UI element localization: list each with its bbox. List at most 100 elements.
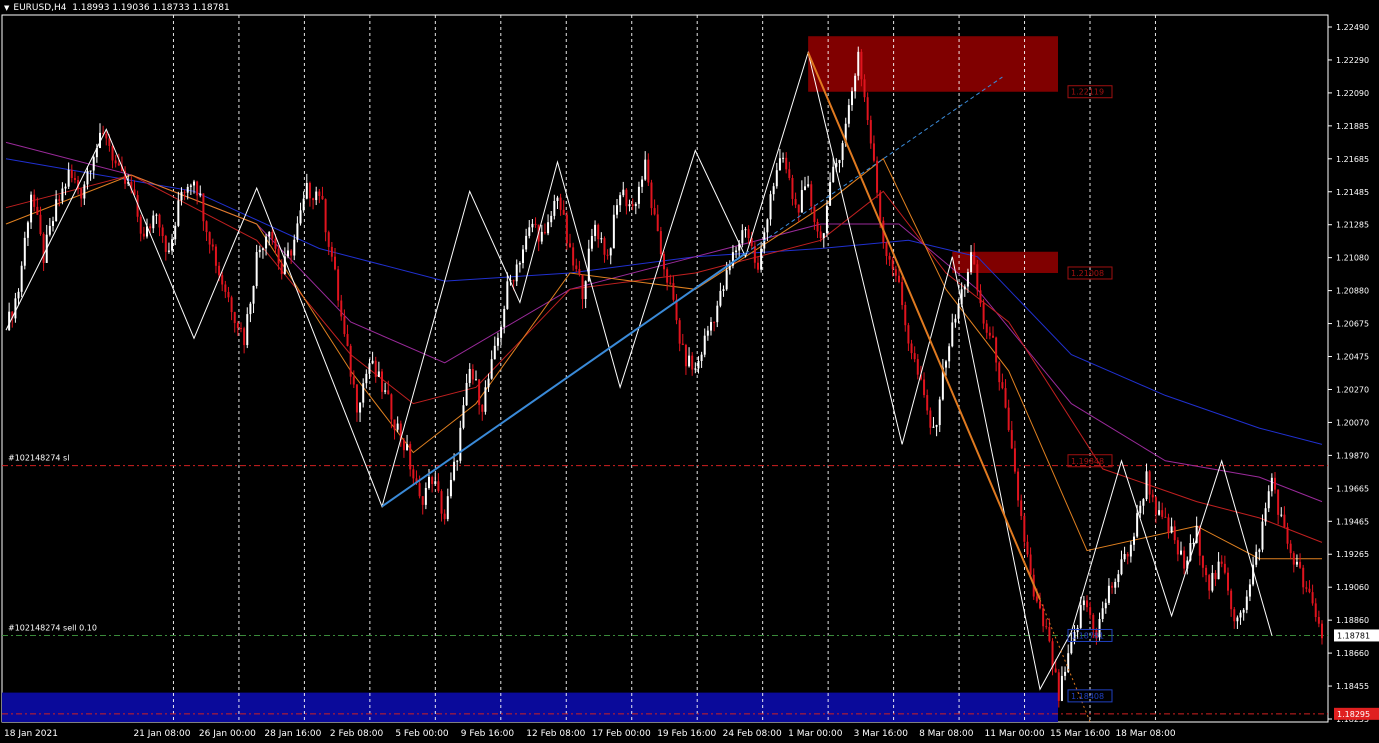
- candle-body: [1192, 542, 1195, 544]
- candle-body: [725, 270, 728, 290]
- candle-body: [753, 245, 756, 263]
- trendline-trend_blue[interactable]: [381, 252, 747, 508]
- candle-body: [794, 198, 797, 205]
- y-tick-label: 1.18660: [1336, 649, 1369, 658]
- candle-body: [772, 186, 775, 195]
- candle-body: [1086, 600, 1088, 608]
- candle-body: [829, 182, 832, 206]
- x-tick-label: 11 Mar 00:00: [985, 729, 1045, 739]
- candle-body: [302, 198, 305, 211]
- candle-body: [957, 304, 960, 319]
- candle-body: [559, 197, 562, 210]
- candle-body: [343, 316, 346, 335]
- candle-body: [1039, 601, 1041, 609]
- candle-body: [1314, 603, 1317, 617]
- candle-body: [866, 97, 869, 121]
- candle-body: [496, 337, 499, 346]
- candle-body: [177, 200, 180, 226]
- candle-body: [1280, 514, 1283, 516]
- candle-body: [39, 214, 42, 235]
- candle-body: [70, 169, 73, 178]
- candle-body: [1305, 587, 1308, 589]
- candle-body: [1308, 588, 1311, 593]
- candle-body: [1299, 561, 1302, 568]
- candle-body: [869, 120, 872, 144]
- candle-body: [804, 186, 806, 190]
- candle-body: [1289, 543, 1292, 554]
- candle-body: [449, 479, 452, 497]
- candle-body: [760, 248, 763, 270]
- y-tick-label: 1.21685: [1336, 155, 1369, 164]
- candle-body: [1035, 596, 1038, 602]
- candle-body: [421, 496, 424, 505]
- y-tick-label: 1.19665: [1336, 484, 1369, 493]
- x-tick-label: 2 Feb 08:00: [330, 729, 384, 739]
- trendline-trend_orange[interactable]: [807, 52, 1041, 600]
- candle-body: [954, 318, 957, 323]
- zone-price-label: 1.18408: [1071, 692, 1104, 701]
- candle-body: [374, 360, 377, 377]
- price-chart[interactable]: 18 Jan 2021 21 Jan 08:00 26 Jan 00:00 28 Ja…: [0, 0, 1379, 743]
- zone-price-label: 1.22119: [1071, 88, 1104, 97]
- candle-body: [945, 361, 947, 368]
- candle-body: [1017, 471, 1020, 501]
- candle-body: [1054, 668, 1057, 673]
- x-tick-label: 17 Feb 00:00: [592, 729, 651, 739]
- candle-body: [531, 223, 534, 228]
- candle-body: [647, 159, 650, 183]
- candle-body: [196, 181, 199, 196]
- candle-body: [55, 199, 58, 222]
- candle-body: [381, 371, 383, 392]
- candle-body: [1283, 514, 1286, 528]
- y-tick-label: 1.21885: [1336, 122, 1369, 131]
- candle-body: [1117, 574, 1120, 582]
- candle-body: [606, 254, 609, 256]
- candle-body: [174, 225, 177, 240]
- candle-body: [183, 191, 186, 193]
- candle-body: [164, 236, 167, 252]
- candle-body: [1060, 675, 1063, 701]
- y-tick-label: 1.20270: [1336, 385, 1369, 394]
- candle-body: [243, 328, 246, 346]
- candle-body: [475, 379, 477, 381]
- x-tick-label: 15 Mar 16:00: [1050, 729, 1110, 739]
- order-label: #102148274 sl: [8, 454, 69, 463]
- candle-body: [970, 252, 973, 273]
- x-tick-label: 18 Mar 08:00: [1115, 729, 1175, 739]
- candle-body: [807, 184, 810, 187]
- candle-body: [440, 491, 443, 514]
- candle-body: [926, 395, 929, 411]
- candle-body: [1010, 430, 1013, 449]
- candle-body: [932, 426, 935, 428]
- zone-supply_zone: [808, 36, 1058, 92]
- candle-body: [923, 379, 926, 396]
- candle-body: [556, 197, 559, 201]
- candle-body: [744, 229, 747, 231]
- candle-body: [446, 496, 449, 520]
- candle-body: [312, 198, 315, 201]
- candle-body: [205, 221, 208, 233]
- trendline-trend_blue[interactable]: [745, 76, 1003, 254]
- candle-body: [1211, 572, 1214, 591]
- candle-body: [948, 346, 951, 362]
- candle-body: [139, 216, 142, 234]
- candle-body: [308, 182, 311, 199]
- candle-body: [1220, 561, 1223, 564]
- candle-body: [252, 285, 255, 304]
- candle-body: [1214, 572, 1217, 580]
- candle-body: [879, 192, 882, 221]
- candle-body: [418, 483, 421, 497]
- candle-body: [105, 133, 108, 139]
- candle-body: [346, 334, 349, 346]
- y-tick-label: 1.21285: [1336, 221, 1369, 230]
- candle-body: [208, 232, 211, 245]
- candle-body: [1042, 608, 1045, 627]
- candle-body: [1230, 590, 1233, 610]
- candle-body: [1013, 448, 1016, 472]
- candle-body: [1001, 382, 1004, 389]
- candle-body: [966, 272, 969, 287]
- candle-body: [810, 184, 813, 207]
- candle-body: [1079, 605, 1082, 628]
- candle-body: [1057, 672, 1060, 701]
- candle-body: [1236, 617, 1239, 622]
